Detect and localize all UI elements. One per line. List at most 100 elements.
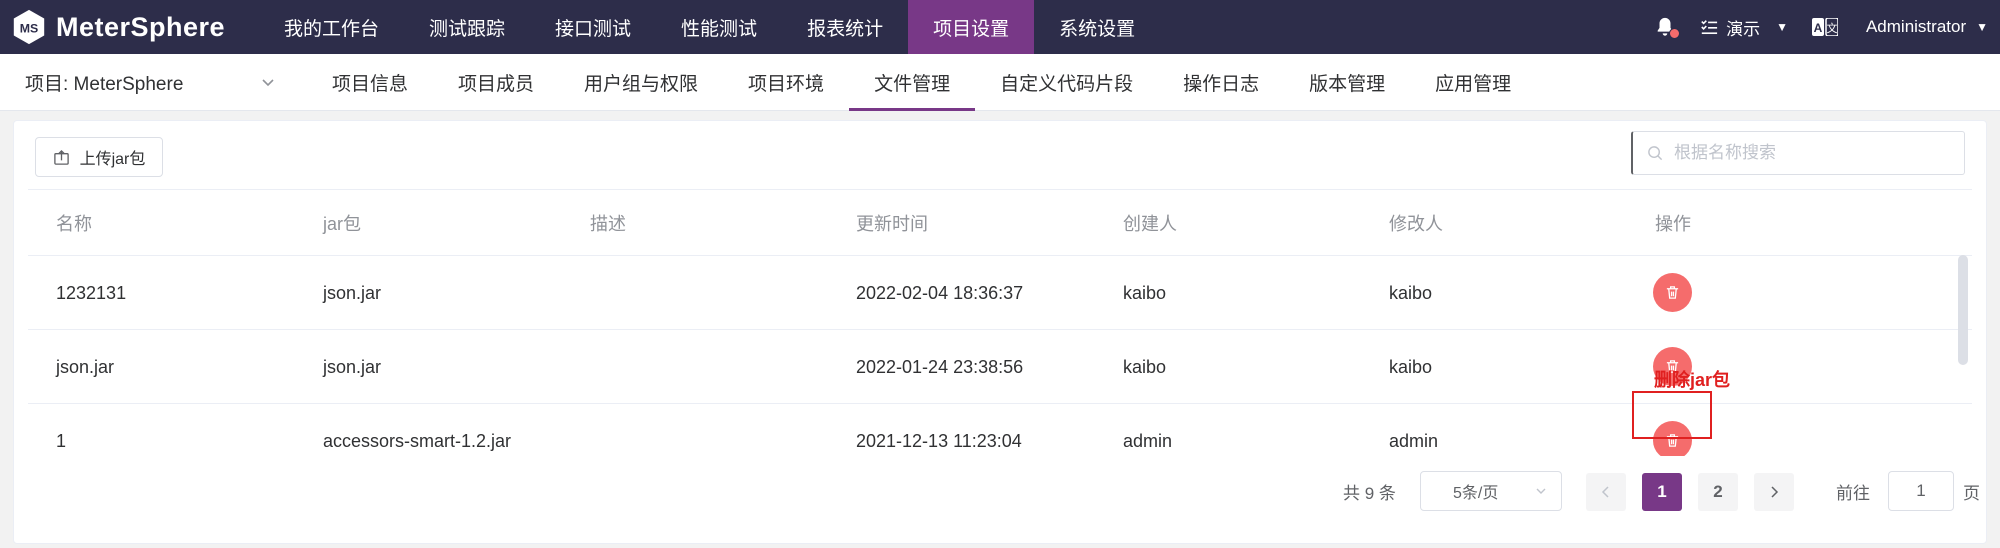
logo[interactable]: MS MeterSphere: [10, 6, 225, 48]
goto-page-input[interactable]: [1888, 471, 1954, 511]
search-box[interactable]: [1631, 131, 1965, 175]
svg-text:MS: MS: [20, 22, 39, 36]
page-button-2[interactable]: 2: [1698, 473, 1738, 511]
top-menu-system-settings[interactable]: 系统设置: [1034, 0, 1160, 54]
top-menu-label: 报表统计: [807, 18, 884, 40]
tab-label: 文件管理: [874, 74, 951, 95]
cell-jar: accessors-smart-1.2.jar: [323, 430, 512, 451]
tab-custom-code[interactable]: 自定义代码片段: [975, 54, 1158, 111]
cell-name: 1: [56, 430, 67, 451]
column-header-name[interactable]: 名称: [56, 190, 92, 256]
page-size-value: 5条/页: [1453, 485, 1499, 502]
tab-user-groups[interactable]: 用户组与权限: [559, 54, 723, 111]
prev-page-button[interactable]: [1586, 473, 1626, 511]
search-input[interactable]: [1674, 143, 1944, 163]
project-subnav: 项目: MeterSphere 项目信息 项目成员 用户组与权限 项目环境 文件…: [0, 54, 2000, 111]
tab-label: 用户组与权限: [584, 74, 699, 95]
tab-label: 版本管理: [1309, 74, 1386, 95]
column-header-actions: 操作: [1655, 214, 1691, 234]
tab-label: 自定义代码片段: [1000, 74, 1134, 95]
top-navbar: MS MeterSphere 我的工作台 测试跟踪 接口测试 性能测试 报表统计…: [0, 0, 2000, 54]
page-button-1[interactable]: 1: [1642, 473, 1682, 511]
sub-tabs: 项目信息 项目成员 用户组与权限 项目环境 文件管理 自定义代码片段 操作日志 …: [307, 54, 1536, 111]
table-scrollbar[interactable]: [1958, 255, 1968, 365]
metersphere-logo-icon: MS: [13, 9, 45, 45]
top-menu-performance-test[interactable]: 性能测试: [656, 0, 782, 54]
goto-label: 前往: [1836, 483, 1870, 503]
next-page-button[interactable]: [1754, 473, 1794, 511]
project-label: 项目: MeterSphere: [25, 74, 184, 95]
project-selector[interactable]: 项目: MeterSphere: [25, 54, 275, 111]
cell-update-time: 2022-01-24 23:38:56: [856, 356, 1024, 377]
delete-jar-button[interactable]: [1653, 273, 1692, 312]
tab-operation-log[interactable]: 操作日志: [1158, 54, 1284, 111]
upload-jar-label: 上传jar包: [79, 151, 146, 168]
user-menu[interactable]: Administrator ▼: [1866, 17, 1988, 37]
top-menu-report[interactable]: 报表统计: [782, 0, 908, 54]
top-menu-label: 我的工作台: [284, 18, 380, 40]
notification-button[interactable]: [1654, 16, 1681, 39]
tab-app-management[interactable]: 应用管理: [1410, 54, 1536, 111]
cell-name: json.jar: [56, 356, 115, 377]
cell-modifier: kaibo: [1389, 282, 1433, 303]
file-management-card: 上传jar包 名称 jar包 描述 更新时间 创建人 修改人 操作 123213…: [13, 120, 1987, 544]
tab-project-members[interactable]: 项目成员: [433, 54, 559, 111]
annotation-highlight-box: [1632, 391, 1712, 439]
svg-text:文: 文: [1826, 21, 1837, 35]
top-menu-test-track[interactable]: 测试跟踪: [404, 0, 530, 54]
top-menu-workbench[interactable]: 我的工作台: [259, 0, 404, 54]
annotation-label: 删除jar包: [1654, 370, 1731, 390]
cell-creator: kaibo: [1123, 356, 1167, 377]
cell-update-time: 2022-02-04 18:36:37: [856, 282, 1024, 303]
page-suffix: 页: [1963, 483, 1980, 503]
tab-project-env[interactable]: 项目环境: [723, 54, 849, 111]
top-menu-project-settings[interactable]: 项目设置: [908, 0, 1035, 54]
notification-dot: [1669, 28, 1681, 39]
language-icon[interactable]: A 文: [1811, 18, 1838, 36]
table-row[interactable]: 1232131 json.jar 2022-02-04 18:36:37 kai…: [28, 256, 1972, 330]
cell-jar: json.jar: [323, 282, 382, 303]
column-header-modifier[interactable]: 修改人: [1389, 190, 1443, 256]
tab-label: 项目信息: [332, 74, 409, 95]
cell-update-time: 2021-12-13 11:23:04: [856, 430, 1022, 451]
chevron-right-icon: [1771, 486, 1779, 498]
top-menu-label: 系统设置: [1059, 18, 1136, 40]
cell-jar: json.jar: [323, 356, 382, 377]
tab-project-info[interactable]: 项目信息: [307, 54, 433, 111]
top-menu: 我的工作台 测试跟踪 接口测试 性能测试 报表统计 项目设置 系统设置: [259, 0, 1160, 54]
pagination-total: 共 9 条: [1343, 483, 1396, 503]
upload-jar-button[interactable]: 上传jar包: [35, 137, 163, 177]
chevron-down-icon: [1536, 488, 1546, 494]
tab-file-management[interactable]: 文件管理: [849, 54, 976, 111]
table-header: 名称 jar包 描述 更新时间 创建人 修改人 操作: [28, 190, 1972, 256]
chevron-left-icon: [1601, 486, 1609, 498]
trash-icon: [1666, 286, 1679, 299]
chevron-down-icon: [262, 79, 274, 87]
cell-modifier: admin: [1389, 430, 1439, 451]
tab-label: 项目成员: [458, 74, 535, 95]
cell-modifier: kaibo: [1389, 356, 1433, 377]
tab-label: 项目环境: [748, 74, 825, 95]
column-header-description[interactable]: 描述: [590, 190, 626, 256]
column-header-creator[interactable]: 创建人: [1123, 190, 1177, 256]
top-menu-label: 测试跟踪: [429, 18, 506, 40]
upload-box-icon: [53, 149, 69, 165]
top-right-tools: 演示 ▼ A 文 Administrator ▼: [1654, 0, 2000, 54]
app-name: MeterSphere: [56, 11, 226, 42]
column-header-update-time[interactable]: 更新时间: [856, 190, 928, 256]
user-name: Administrator: [1865, 17, 1967, 36]
cell-name: 1232131: [56, 282, 127, 303]
tab-label: 操作日志: [1183, 74, 1260, 95]
svg-text:A: A: [1814, 21, 1823, 35]
list-check-icon: [1701, 20, 1718, 35]
tab-version-management[interactable]: 版本管理: [1284, 54, 1410, 111]
workspace-switcher[interactable]: 演示 ▼: [1700, 15, 1788, 40]
page-size-select[interactable]: 5条/页: [1420, 471, 1562, 511]
tab-label: 应用管理: [1435, 74, 1512, 95]
search-icon: [1648, 145, 1663, 160]
caret-down-icon: ▼: [1776, 20, 1788, 34]
top-menu-api-test[interactable]: 接口测试: [530, 0, 656, 54]
column-header-jar[interactable]: jar包: [323, 190, 361, 256]
top-menu-label: 性能测试: [681, 18, 758, 40]
top-menu-label: 项目设置: [933, 18, 1010, 40]
